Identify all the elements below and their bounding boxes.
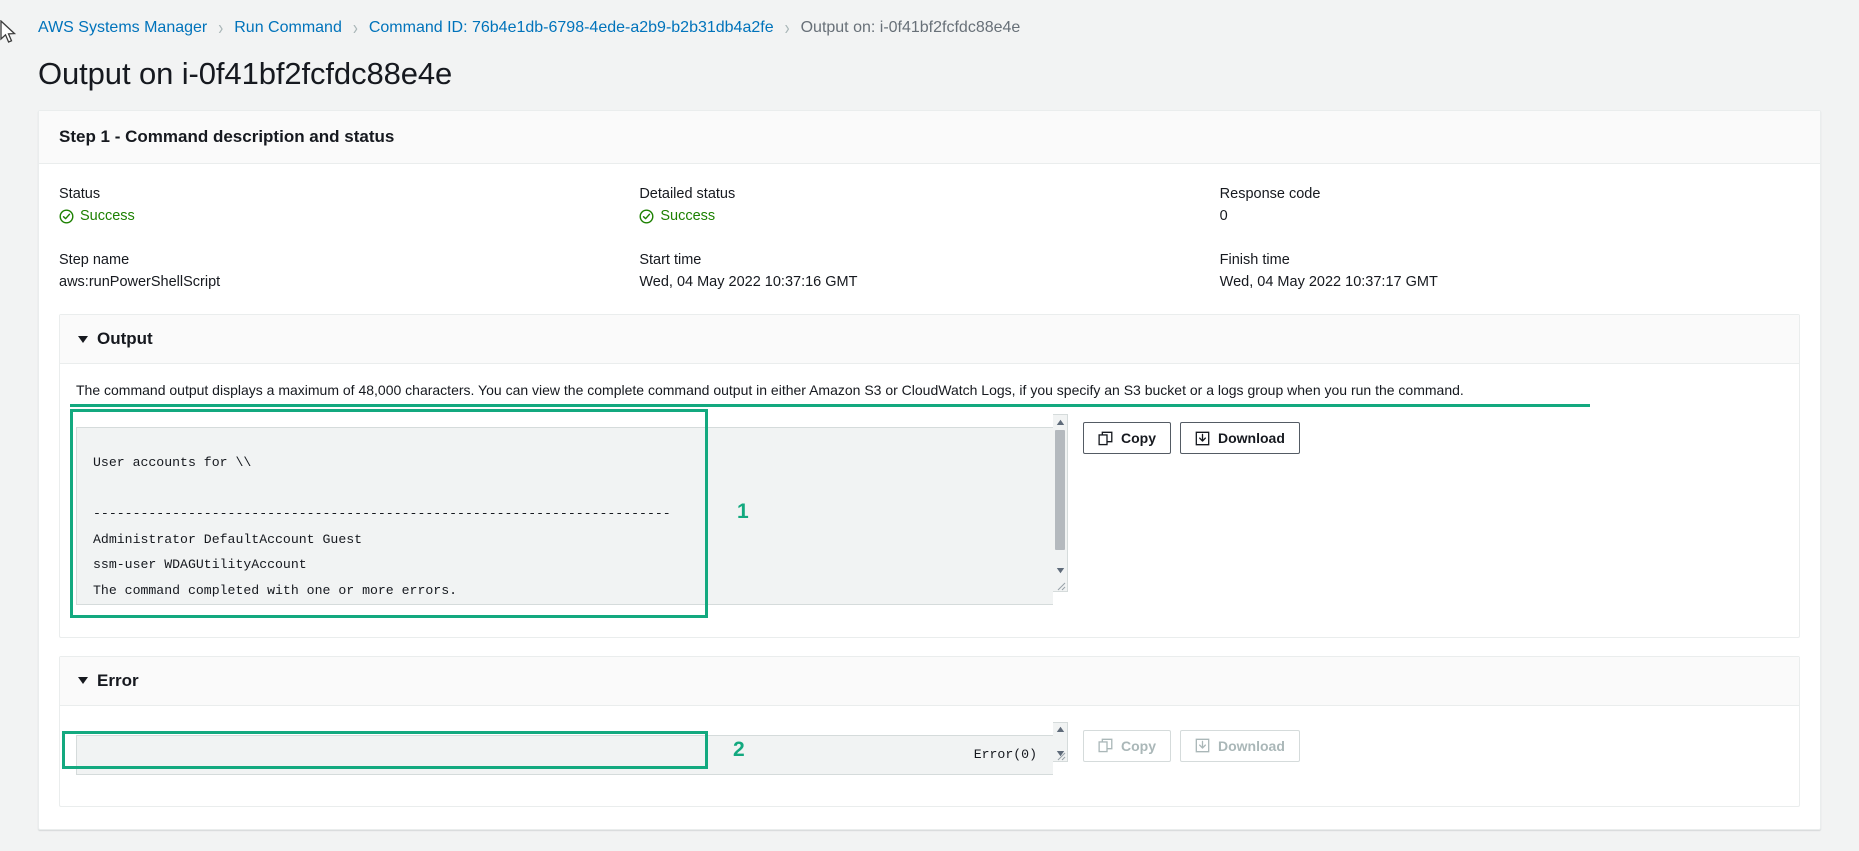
field-start-time-label: Start time [639,252,702,268]
annotation-number-2: 2 [733,738,745,761]
download-icon [1195,431,1210,446]
breadcrumb-separator-icon: › [352,16,358,40]
breadcrumb-separator-icon: › [218,16,224,40]
field-finish-time-label: Finish time [1219,252,1290,268]
resize-grip-icon[interactable] [1054,748,1066,761]
annotation-number-1: 1 [737,500,749,523]
error-download-button-label: Download [1218,737,1285,754]
step-container: Step 1 - Command description and status … [38,110,1821,831]
field-finish-time: Finish time Wed, 04 May 2022 10:37:17 GM… [1220,252,1800,290]
field-response-code-label: Response code [1219,186,1321,202]
chevron-down-icon[interactable] [78,677,88,685]
error-console-text[interactable]: Error(0) [76,734,1053,775]
breadcrumb-item-command-id[interactable]: Command ID: 76b4e1db-6798-4ede-a2b9-b2b3… [369,19,774,37]
detailed-status-success-icon [639,209,654,224]
chevron-down-icon[interactable] [78,335,88,343]
field-finish-time-value: Wed, 04 May 2022 10:37:17 GMT [1219,274,1438,290]
field-detailed-status-value: Success [660,208,716,224]
breadcrumb-separator-icon: › [784,16,790,40]
output-button-group: Copy Download [1068,414,1300,455]
step-container-header: Step 1 - Command description and status [39,111,1820,164]
output-copy-button[interactable]: Copy [1083,422,1171,455]
output-console-row: User accounts for \\ -------------------… [76,414,1783,618]
page-root: AWS Systems Manager › Run Command › Comm… [0,0,1859,851]
field-detailed-status-label: Detailed status [639,186,736,202]
output-download-button-label: Download [1218,430,1285,447]
scrollbar-thumb[interactable] [1055,430,1065,551]
field-start-time-value: Wed, 04 May 2022 10:37:16 GMT [639,274,858,290]
output-download-button[interactable]: Download [1180,422,1300,455]
resize-grip-icon[interactable] [1054,578,1066,591]
field-status-value: Success [80,208,135,224]
error-section-body: Error(0) Copy Download [60,706,1799,806]
breadcrumb-item-aws-systems-manager[interactable]: AWS Systems Manager [38,19,207,37]
field-step-name-label: Step name [59,252,130,268]
download-icon [1195,738,1210,753]
scroll-down-arrow-icon[interactable] [1053,563,1067,577]
field-response-code-value: 0 [1219,208,1228,224]
copy-icon [1098,431,1113,446]
field-status-label: Status [59,186,101,202]
field-status: Status Success [59,186,639,224]
scroll-up-arrow-icon[interactable] [1053,415,1067,429]
output-description-underline [70,404,1590,407]
error-copy-button[interactable]: Copy [1083,729,1171,762]
error-copy-button-label: Copy [1121,737,1156,754]
output-section-title: Output [97,329,153,348]
error-download-button[interactable]: Download [1180,729,1300,762]
error-section-header[interactable]: Error [60,656,1799,706]
output-console-text[interactable]: User accounts for \\ -------------------… [76,427,1053,606]
page-title: Output on i-0f41bf2fcfdc88e4e [38,56,453,91]
field-status-value-row: Success [59,208,639,224]
breadcrumb-item-run-command[interactable]: Run Command [234,19,342,37]
field-detailed-status-value-row: Success [639,208,1219,224]
field-detailed-status: Detailed status Success [639,186,1219,224]
error-console-scrollbar[interactable] [1053,721,1068,762]
output-description: The command output displays a maximum of… [76,382,1464,398]
scroll-up-arrow-icon[interactable] [1053,723,1067,737]
status-grid: Status Success Detailed status Success R… [39,164,1820,296]
error-section: Error Error(0) Copy Download [59,655,1800,808]
error-section-title: Error [97,670,139,690]
error-console-wrap: Error(0) [76,722,1053,788]
output-copy-button-label: Copy [1121,430,1156,447]
step-container-title: Step 1 - Command description and status [59,127,395,146]
field-step-name-value: aws:runPowerShellScript [59,274,221,290]
field-step-name: Step name aws:runPowerShellScript [59,252,639,290]
copy-icon [1098,738,1113,753]
field-start-time: Start time Wed, 04 May 2022 10:37:16 GMT [639,252,1219,290]
breadcrumb-item-output-on: Output on: i-0f41bf2fcfdc88e4e [800,19,1021,36]
error-console-row: Error(0) Copy Download [76,721,1783,788]
output-console-scrollbar[interactable] [1053,414,1068,593]
output-console-wrap: User accounts for \\ -------------------… [76,414,1053,618]
error-button-group: Copy Download [1068,722,1300,762]
field-response-code: Response code 0 [1220,186,1800,224]
output-section-header[interactable]: Output [60,315,1799,364]
output-section: Output The command output displays a max… [59,314,1800,638]
breadcrumb: AWS Systems Manager › Run Command › Comm… [0,0,1859,56]
status-success-icon [59,209,74,224]
mouse-cursor [0,19,18,46]
